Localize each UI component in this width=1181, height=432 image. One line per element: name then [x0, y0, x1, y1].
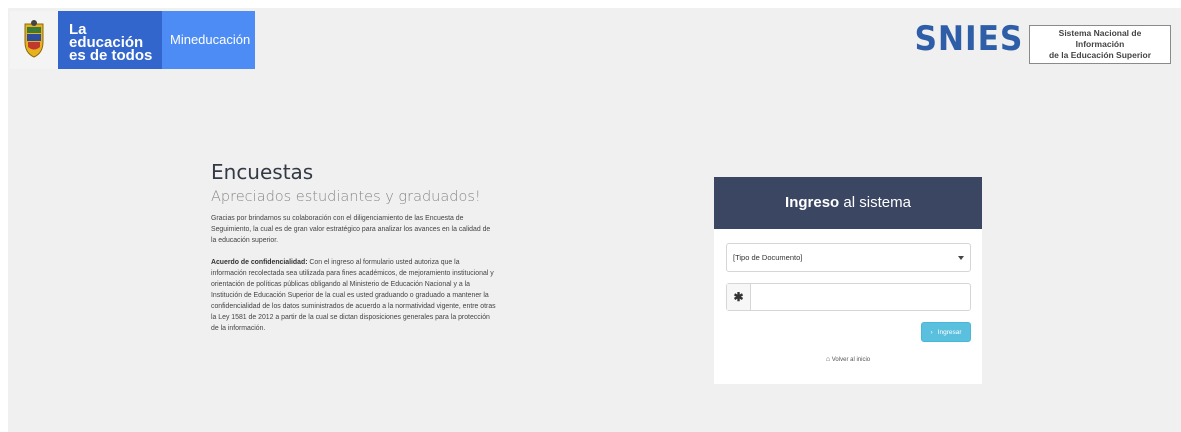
- home-icon: ⌂: [825, 356, 831, 363]
- document-number-group: ✱: [726, 283, 971, 311]
- document-number-input[interactable]: [751, 284, 970, 310]
- confidentiality-paragraph: Acuerdo de confidencialidad: Con el ingr…: [211, 257, 496, 334]
- education-slogan: La educación es de todos: [58, 11, 162, 69]
- snies-subtitle: Sistema Nacional de Información de la Ed…: [1029, 25, 1171, 64]
- intro-section: Encuestas Apreciados estudiantes y gradu…: [211, 160, 496, 334]
- caret-down-icon: [958, 256, 964, 260]
- back-to-home-link[interactable]: ⌂ Volver al inicio: [714, 356, 982, 363]
- government-banner[interactable]: La educación es de todos Mineducación: [10, 11, 255, 69]
- page-background: La educación es de todos Mineducación SN…: [8, 8, 1181, 432]
- snies-subtitle-line-1: Sistema Nacional de Información: [1058, 28, 1142, 49]
- confidentiality-label: Acuerdo de confidencialidad:: [211, 259, 308, 266]
- asterisk-icon: ✱: [727, 284, 751, 310]
- ingresar-label: Ingresar: [937, 328, 962, 336]
- slogan-line-1: La educación: [69, 21, 144, 51]
- chevron-right-icon: ›: [930, 328, 933, 336]
- confidentiality-text: Con el ingreso al formulario usted autor…: [211, 259, 496, 332]
- ministry-link[interactable]: Mineducación: [162, 11, 255, 69]
- login-card: Ingreso al sistema [Tipo de Documento] ✱…: [714, 177, 982, 384]
- back-to-home-label: Volver al inicio: [831, 357, 871, 363]
- snies-logo: SNIES Sistema Nacional de Información de…: [905, 22, 1171, 64]
- document-type-value: [Tipo de Documento]: [733, 253, 803, 262]
- snies-subtitle-line-2: de la Educación Superior: [1048, 50, 1152, 60]
- document-type-select[interactable]: [Tipo de Documento]: [726, 243, 971, 272]
- page-subtitle: Apreciados estudiantes y graduados!: [211, 189, 481, 205]
- snies-brand: SNIES: [914, 19, 1023, 59]
- intro-paragraph: Gracias por brindarnos su colaboración c…: [211, 215, 491, 244]
- login-title-rest: al sistema: [839, 194, 911, 211]
- coat-of-arms-logo: [10, 11, 58, 69]
- page-title: Encuestas: [211, 160, 314, 184]
- login-card-header: Ingreso al sistema: [714, 177, 982, 229]
- slogan-line-2: es de todos: [69, 47, 153, 64]
- ingresar-button[interactable]: › Ingresar: [921, 322, 971, 342]
- login-title-bold: Ingreso: [785, 194, 840, 211]
